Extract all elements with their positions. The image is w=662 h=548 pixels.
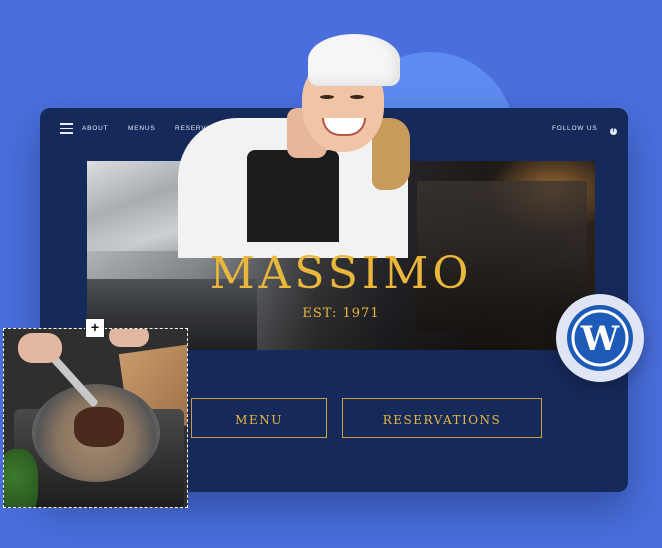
hand: [18, 333, 62, 363]
wordpress-logo-icon: W: [567, 305, 633, 371]
restaurant-title: MASSIMO: [209, 248, 473, 299]
hand: [109, 329, 149, 347]
hamburger-menu-icon[interactable]: [60, 123, 73, 134]
chef-apron: [247, 150, 339, 242]
wordpress-badge: W: [556, 294, 644, 382]
chef-eye-left: [320, 95, 334, 99]
svg-text:W: W: [580, 319, 620, 359]
cooking-photo-card[interactable]: [3, 328, 188, 508]
chef-eye-right: [350, 95, 364, 99]
menu-button[interactable]: MENU: [191, 398, 327, 438]
meat: [74, 407, 124, 447]
facebook-icon[interactable]: f: [610, 128, 617, 135]
reservations-button[interactable]: RESERVATIONS: [342, 398, 542, 438]
add-block-button[interactable]: +: [85, 318, 105, 338]
nav-link-menus[interactable]: MENUS: [128, 125, 155, 132]
follow-us-label: FOLLOW US: [552, 125, 598, 132]
established-subtitle: EST: 1971: [302, 306, 380, 321]
herbs: [4, 449, 38, 507]
nav-link-about[interactable]: ABOUT: [82, 125, 108, 132]
chef-hat: [308, 34, 400, 86]
